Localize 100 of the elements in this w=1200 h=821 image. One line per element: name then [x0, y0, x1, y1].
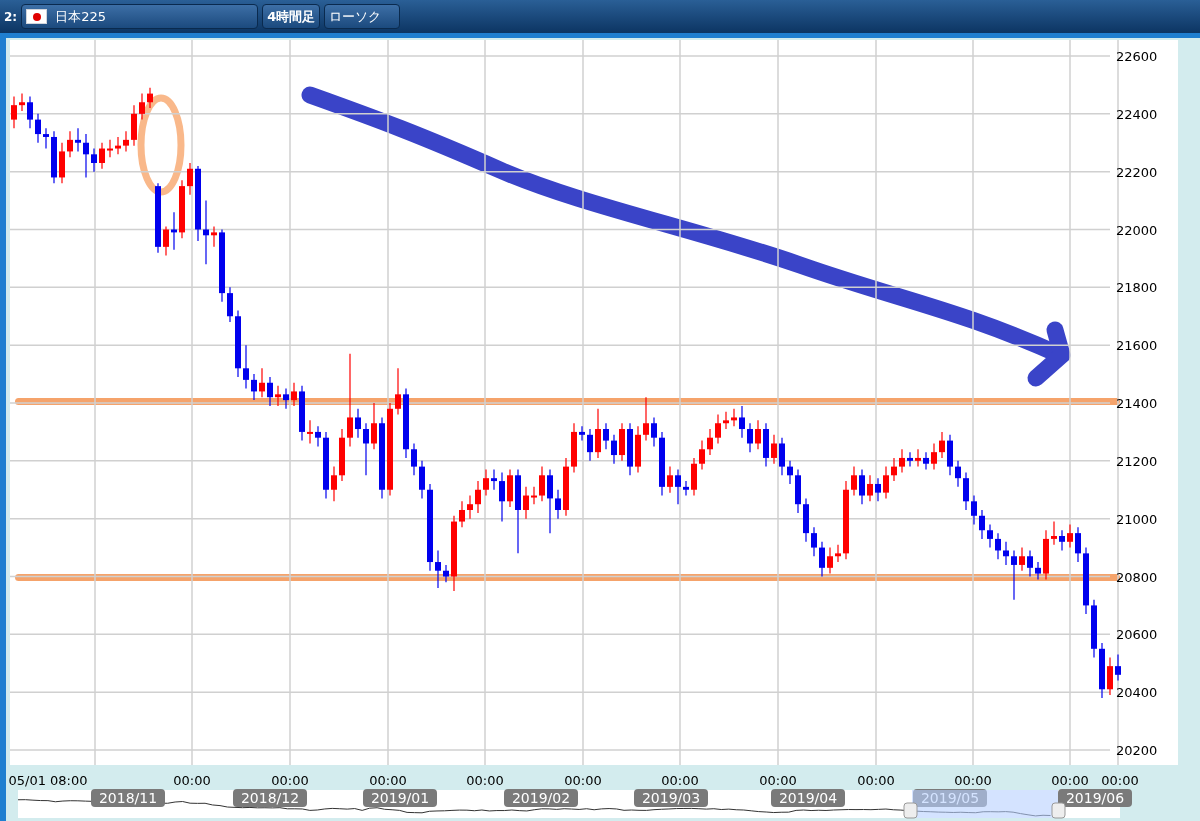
- price-label: 21400: [1116, 396, 1158, 411]
- candlestick: [147, 87, 153, 109]
- month-label: 2018/11: [91, 789, 165, 807]
- month-label: 2019/03: [634, 789, 708, 807]
- candlestick: [547, 468, 553, 534]
- price-label: 21600: [1116, 338, 1158, 354]
- flag-icon: [26, 9, 48, 24]
- candlestick: [971, 494, 977, 526]
- candlestick: [555, 489, 561, 520]
- range-selection[interactable]: [912, 790, 1058, 818]
- timeframe-button[interactable]: 4時間足: [262, 4, 321, 29]
- time-label: 00:00: [857, 773, 895, 788]
- candlestick: [995, 532, 1001, 560]
- candlestick: [707, 428, 713, 456]
- candlestick: [283, 387, 289, 410]
- candlestick: [835, 544, 841, 563]
- candlestick: [83, 133, 89, 179]
- candlestick: [139, 92, 145, 121]
- price-label: 22200: [1116, 164, 1158, 180]
- time-label: 05/01 08:00: [8, 773, 88, 788]
- candlestick: [883, 466, 889, 500]
- candlestick: [371, 402, 377, 450]
- time-label: 00:00: [759, 773, 797, 788]
- candlestick: [779, 437, 785, 476]
- candlestick: [211, 226, 217, 248]
- range-handle[interactable]: [903, 802, 918, 819]
- candlestick: [395, 367, 401, 416]
- candlestick: [875, 477, 881, 502]
- candlestick: [11, 95, 17, 129]
- price-label: 21800: [1116, 280, 1158, 296]
- panel-number: 2:: [4, 8, 18, 26]
- candlestick: [43, 127, 49, 150]
- month-label: 2019/04: [771, 789, 845, 807]
- candlestick: [595, 408, 601, 459]
- candlestick: [1003, 541, 1009, 566]
- candlestick: [723, 411, 729, 430]
- price-label: 20800: [1116, 569, 1158, 585]
- candlestick: [867, 474, 873, 502]
- price-label: 20200: [1116, 743, 1158, 758]
- candlestick: [419, 460, 425, 500]
- month-label: 2019/02: [504, 789, 578, 807]
- candlestick: [99, 142, 105, 170]
- candlestick: [747, 422, 753, 453]
- candlestick: [787, 460, 793, 485]
- candlestick: [963, 471, 969, 511]
- candlestick: [291, 382, 297, 407]
- candlestick: [1107, 656, 1113, 696]
- candlestick: [435, 549, 441, 589]
- candlestick: [715, 413, 721, 445]
- candlestick: [1067, 523, 1073, 549]
- time-label: 00:00: [1101, 773, 1139, 788]
- price-label: 22600: [1116, 49, 1158, 64]
- candlestick: [19, 92, 25, 112]
- candlestick: [443, 564, 449, 583]
- price-label: 21000: [1116, 511, 1158, 527]
- candlestick: [755, 419, 761, 450]
- chart-type-button[interactable]: ローソク: [324, 4, 401, 29]
- time-label: 00:00: [271, 773, 309, 788]
- price-label: 20600: [1116, 627, 1158, 643]
- candlestick: [67, 130, 73, 158]
- range-handle[interactable]: [1051, 802, 1066, 819]
- candlestick: [267, 376, 273, 407]
- candlestick: [259, 367, 265, 398]
- candlestick: [651, 416, 657, 447]
- candlestick: [35, 113, 41, 144]
- candlestick: [1115, 653, 1121, 682]
- candlestick: [491, 468, 497, 491]
- candlestick: [75, 127, 81, 153]
- candlestick: [931, 442, 937, 471]
- candlestick: [979, 509, 985, 540]
- time-label: 00:00: [564, 773, 602, 788]
- candlestick: [851, 466, 857, 497]
- price-label: 21200: [1116, 453, 1158, 469]
- candlestick: [899, 448, 905, 473]
- candlestick: [579, 425, 585, 442]
- candlestick: [643, 396, 649, 442]
- candlestick: [467, 494, 473, 520]
- candlestick: [859, 468, 865, 505]
- candlestick: [499, 471, 505, 523]
- candlestick: [955, 460, 961, 488]
- candlestick: [1019, 546, 1025, 572]
- time-label: 00:00: [661, 773, 699, 788]
- time-label: 00:00: [173, 773, 211, 788]
- candlestick: [91, 147, 97, 173]
- candlestick: [227, 286, 233, 323]
- time-label: 00:00: [466, 773, 504, 788]
- time-label: 00:00: [954, 773, 992, 788]
- candlestick: [987, 523, 993, 549]
- candlestick: [347, 353, 353, 447]
- candlestick: [523, 486, 529, 520]
- price-label: 20400: [1116, 685, 1158, 701]
- candlestick: [1051, 520, 1057, 546]
- time-label: 00:00: [369, 773, 407, 788]
- candlestick: [675, 468, 681, 505]
- candlestick: [411, 442, 417, 476]
- candlestick: [699, 439, 705, 471]
- candlestick: [315, 425, 321, 447]
- candlestick: [587, 428, 593, 462]
- time-label: 00:00: [1051, 773, 1089, 788]
- symbol-selector[interactable]: 日本225: [21, 4, 259, 29]
